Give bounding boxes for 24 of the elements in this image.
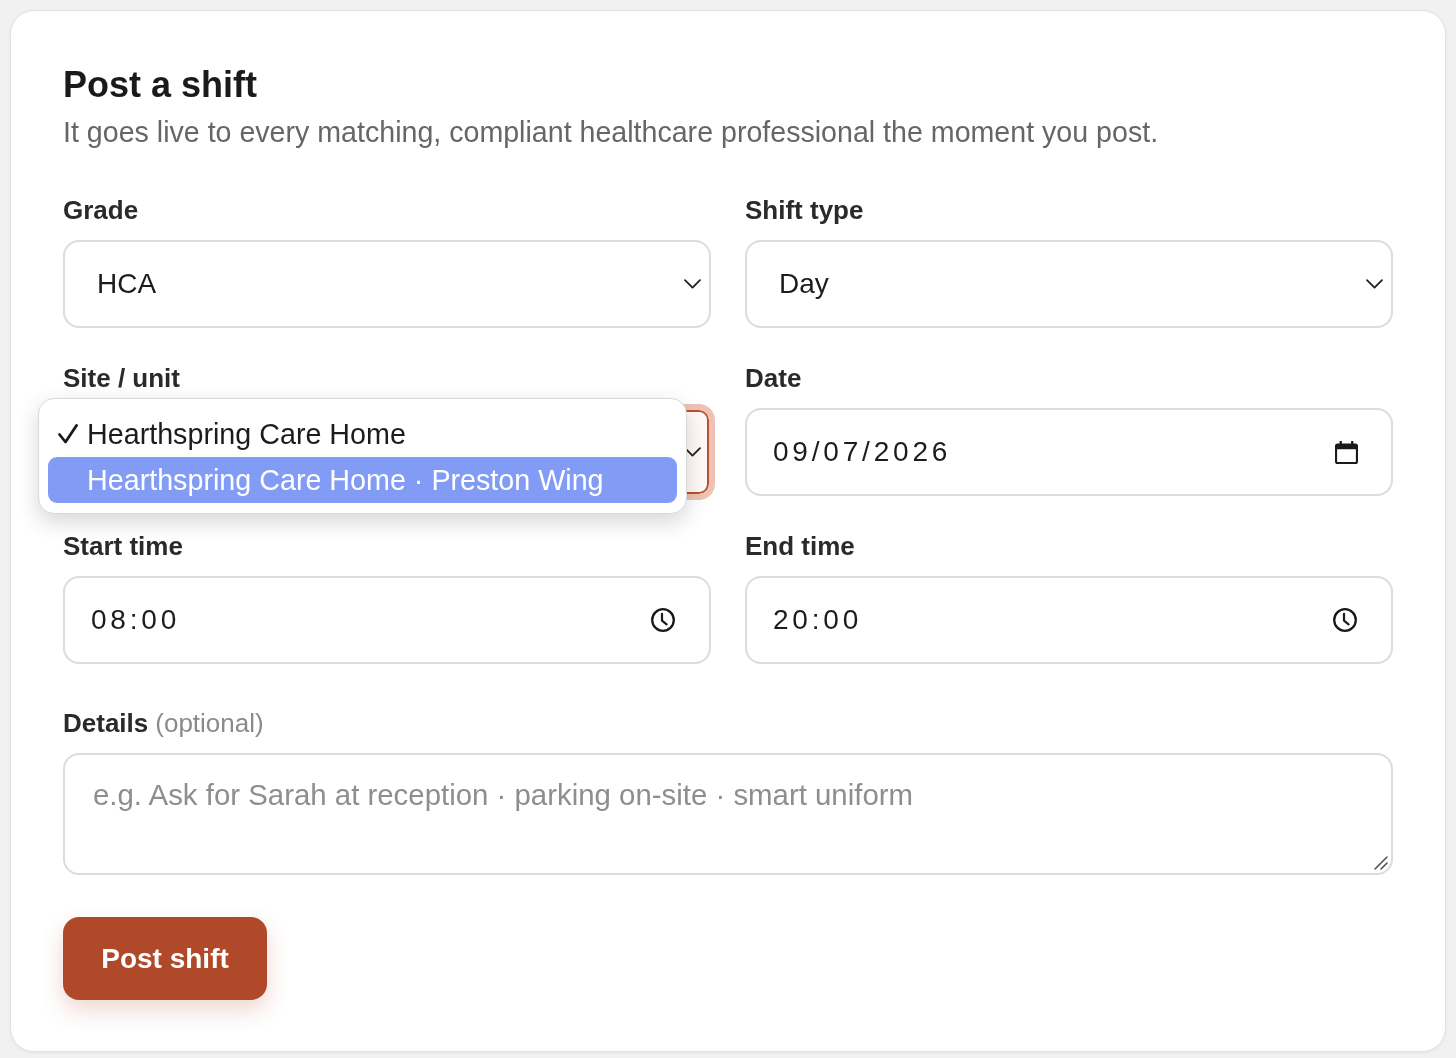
dropdown-option[interactable]: Hearthspring Care Home bbox=[48, 411, 677, 457]
field-label: End time bbox=[745, 530, 855, 562]
form-title: Post a shift bbox=[63, 64, 259, 106]
clock-icon bbox=[1333, 608, 1357, 632]
chevron-down-icon bbox=[684, 447, 701, 457]
date-field[interactable]: 09/07/2026 bbox=[745, 408, 1393, 496]
field-label: Date bbox=[745, 362, 802, 394]
field-label: Site / unit bbox=[63, 362, 180, 394]
form-subtitle: It goes live to every matching, compliant healthcare professional the moment you post. bbox=[63, 115, 1160, 149]
optional-note: (optional) bbox=[155, 707, 264, 739]
resize-handle-icon bbox=[1374, 856, 1388, 870]
field-label: Start time bbox=[63, 530, 183, 562]
time-field[interactable]: 20:00 bbox=[745, 576, 1393, 664]
field-label: Shift type bbox=[745, 194, 864, 226]
time-field[interactable]: 08:00 bbox=[63, 576, 711, 664]
clock-icon bbox=[651, 608, 675, 632]
field-label: Details bbox=[63, 707, 149, 739]
dropdown-field[interactable]: Day bbox=[745, 240, 1393, 328]
field-label: Grade bbox=[63, 194, 139, 226]
submit-button[interactable]: Post shift bbox=[63, 917, 267, 1000]
calendar-icon bbox=[1335, 440, 1358, 464]
dropdown-field[interactable]: HCA bbox=[63, 240, 711, 328]
chevron-down-icon bbox=[1366, 279, 1383, 289]
chevron-down-icon bbox=[684, 279, 701, 289]
